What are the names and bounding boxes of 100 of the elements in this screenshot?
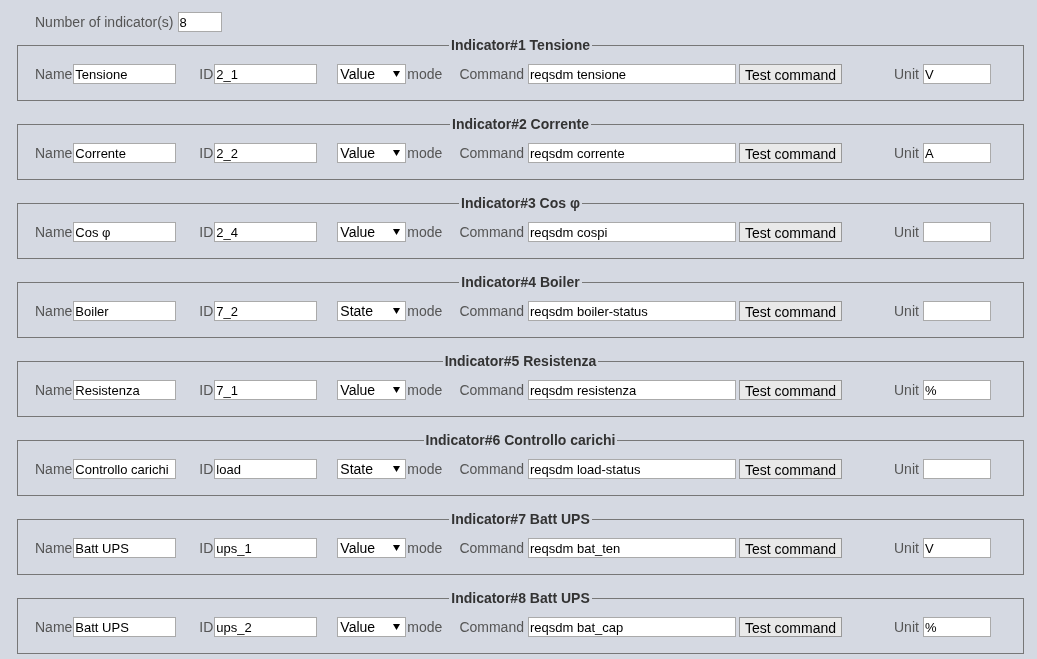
mode-dropdown[interactable]: Value xyxy=(337,143,407,163)
test-command-button[interactable]: Test command xyxy=(739,617,842,637)
id-label: ID xyxy=(199,538,214,558)
id-field[interactable]: 2_4 xyxy=(214,222,318,242)
command-label: Command xyxy=(459,64,524,84)
test-command-button[interactable]: Test command xyxy=(739,301,842,321)
mode-label: mode xyxy=(407,301,443,321)
id-field[interactable]: 7_1 xyxy=(214,380,318,400)
test-command-button[interactable]: Test command xyxy=(739,222,842,242)
command-label: Command xyxy=(459,301,524,321)
mode-label: mode xyxy=(407,380,443,400)
unit-label: Unit xyxy=(894,459,919,479)
command-field[interactable]: reqsdm tensione xyxy=(528,64,736,84)
unit-label: Unit xyxy=(894,538,919,558)
command-field[interactable]: reqsdm bat_cap xyxy=(528,617,736,637)
id-field[interactable]: 2_2 xyxy=(214,143,318,163)
mode-dropdown[interactable]: Value xyxy=(337,380,407,400)
mode-label: mode xyxy=(407,617,443,637)
id-label: ID xyxy=(199,617,214,637)
mode-dropdown[interactable]: Value xyxy=(337,64,407,84)
caret-icon xyxy=(393,466,401,472)
unit-label: Unit xyxy=(894,301,919,321)
mode-label: mode xyxy=(407,64,443,84)
caret-icon xyxy=(393,308,401,314)
mode-dropdown[interactable]: State xyxy=(337,459,407,479)
unit-field[interactable] xyxy=(922,459,991,479)
mode-label: mode xyxy=(407,538,443,558)
name-field[interactable]: Cos φ xyxy=(73,222,177,242)
indicator-title: Indicator#2 Corrente xyxy=(451,116,590,132)
caret-icon xyxy=(393,71,401,77)
caret-icon xyxy=(393,229,401,235)
test-command-button[interactable]: Test command xyxy=(739,538,842,558)
name-label: Name xyxy=(35,222,73,242)
name-field[interactable]: Controllo carichi xyxy=(73,459,177,479)
indicator-title: Indicator#6 Controllo carichi xyxy=(424,432,617,448)
command-field[interactable]: reqsdm corrente xyxy=(528,143,736,163)
name-field[interactable]: Boiler xyxy=(73,301,177,321)
id-field[interactable]: 2_1 xyxy=(214,64,318,84)
command-field[interactable]: reqsdm resistenza xyxy=(528,380,736,400)
id-field[interactable]: load xyxy=(214,459,318,479)
name-field[interactable]: Corrente xyxy=(73,143,177,163)
unit-label: Unit xyxy=(894,380,919,400)
name-label: Name xyxy=(35,538,73,558)
unit-field[interactable]: A xyxy=(922,143,991,163)
caret-icon xyxy=(393,387,401,393)
test-command-button[interactable]: Test command xyxy=(739,459,842,479)
command-field[interactable]: reqsdm cospi xyxy=(528,222,736,242)
command-field[interactable]: reqsdm bat_ten xyxy=(528,538,736,558)
count-field[interactable]: 8 xyxy=(177,12,222,32)
mode-dropdown[interactable]: Value xyxy=(337,617,407,637)
unit-label: Unit xyxy=(894,222,919,242)
indicator-title: Indicator#8 Batt UPS xyxy=(450,590,591,606)
unit-field[interactable]: V xyxy=(922,538,991,558)
unit-field[interactable]: % xyxy=(922,617,991,637)
command-label: Command xyxy=(459,380,524,400)
unit-field[interactable] xyxy=(922,301,991,321)
command-label: Command xyxy=(459,617,524,637)
name-label: Name xyxy=(35,64,73,84)
indicator-title: Indicator#3 Cos φ xyxy=(460,195,581,211)
id-label: ID xyxy=(199,301,214,321)
test-command-button[interactable]: Test command xyxy=(739,380,842,400)
mode-dropdown[interactable]: Value xyxy=(337,538,407,558)
command-label: Command xyxy=(459,459,524,479)
command-field[interactable]: reqsdm boiler-status xyxy=(528,301,736,321)
unit-label: Unit xyxy=(894,617,919,637)
name-label: Name xyxy=(35,143,73,163)
name-field[interactable]: Resistenza xyxy=(73,380,177,400)
test-command-button[interactable]: Test command xyxy=(739,143,842,163)
mode-dropdown[interactable]: Value xyxy=(337,222,407,242)
unit-field[interactable]: % xyxy=(922,380,991,400)
name-label: Name xyxy=(35,301,73,321)
unit-field[interactable] xyxy=(922,222,991,242)
name-field[interactable]: Batt UPS xyxy=(73,538,177,558)
mode-label: mode xyxy=(407,459,443,479)
name-field[interactable]: Batt UPS xyxy=(73,617,177,637)
count-label: Number of indicator(s) xyxy=(35,12,174,32)
caret-icon xyxy=(393,150,401,156)
mode-label: mode xyxy=(407,143,443,163)
test-command-button[interactable]: Test command xyxy=(739,64,842,84)
indicator-title: Indicator#4 Boiler xyxy=(460,274,581,290)
name-label: Name xyxy=(35,380,73,400)
unit-label: Unit xyxy=(894,143,919,163)
mode-label: mode xyxy=(407,222,443,242)
command-label: Command xyxy=(459,143,524,163)
command-label: Command xyxy=(459,222,524,242)
indicator-title: Indicator#7 Batt UPS xyxy=(450,511,591,527)
id-field[interactable]: 7_2 xyxy=(214,301,318,321)
id-field[interactable]: ups_2 xyxy=(214,617,318,637)
caret-icon xyxy=(393,545,401,551)
id-field[interactable]: ups_1 xyxy=(214,538,318,558)
id-label: ID xyxy=(199,380,214,400)
mode-dropdown[interactable]: State xyxy=(337,301,407,321)
id-label: ID xyxy=(199,64,214,84)
command-field[interactable]: reqsdm load-status xyxy=(528,459,736,479)
unit-field[interactable]: V xyxy=(922,64,991,84)
id-label: ID xyxy=(199,222,214,242)
name-label: Name xyxy=(35,459,73,479)
indicator-title: Indicator#5 Resistenza xyxy=(443,353,598,369)
caret-icon xyxy=(393,624,401,630)
name-field[interactable]: Tensione xyxy=(73,64,177,84)
